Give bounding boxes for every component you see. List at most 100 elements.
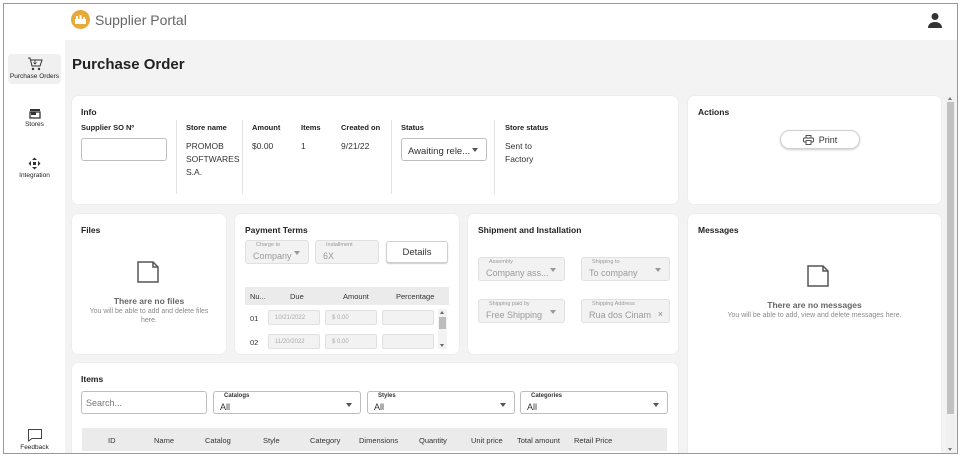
info-card: Info Supplier SO Nº Store name PROMOB SO…: [72, 96, 678, 204]
chevron-down-icon: [653, 403, 659, 407]
payment-table-scrollbar[interactable]: [438, 309, 447, 349]
scroll-down-icon: [948, 448, 952, 451]
shipping-paid-value: Free Shipping: [486, 310, 543, 320]
charge-to-label: Charge to: [256, 242, 281, 248]
charge-to-value: Company: [253, 251, 292, 261]
close-icon: ×: [657, 309, 663, 319]
file-icon: [137, 261, 159, 283]
amount-label: Amount: [252, 123, 281, 132]
divider: [494, 120, 495, 194]
app-name: Supplier Portal: [95, 12, 187, 28]
column-header: Percentage: [396, 292, 435, 301]
items-label: Items: [301, 123, 321, 132]
sidebar-item-purchase-orders[interactable]: Purchase Orders: [8, 54, 61, 84]
print-label: Print: [818, 134, 838, 145]
installment-field: Installment 6X: [315, 240, 379, 264]
shipping-address-value: Rua dos Cinamo: [589, 310, 651, 320]
supplier-so-input[interactable]: [81, 138, 167, 161]
files-title: Files: [81, 225, 101, 235]
chevron-down-icon: [655, 268, 661, 272]
logo-icon: [71, 10, 90, 29]
items-value: 1: [301, 141, 306, 151]
user-icon[interactable]: [927, 12, 943, 28]
store-icon: [28, 109, 41, 119]
catalogs-select[interactable]: Catalogs All: [213, 391, 361, 414]
scroll-thumb[interactable]: [947, 102, 954, 414]
messages-empty-sub: You will be able to add, view and delete…: [727, 312, 902, 319]
column-header: Quantity: [419, 436, 447, 445]
catalogs-value: All: [220, 402, 231, 412]
divider: [242, 120, 243, 194]
amount-value: $0.00: [252, 141, 274, 151]
column-header: Style: [263, 436, 280, 445]
status-select[interactable]: Awaiting rele...: [401, 138, 487, 161]
sidebar-item-integration[interactable]: Integration: [8, 157, 61, 179]
feedback-icon: [27, 429, 42, 442]
chevron-down-icon: [294, 251, 300, 255]
row-number: 02: [250, 338, 259, 347]
printer-icon: [802, 134, 814, 145]
table-row: 02 11/20/2022 $ 0.00: [245, 333, 449, 353]
catalogs-label: Catalogs: [224, 393, 250, 399]
integration-icon: [28, 157, 41, 170]
payment-title: Payment Terms: [245, 225, 308, 235]
page-scrollbar[interactable]: [946, 96, 955, 452]
due-date-field: 11/20/2022: [268, 334, 320, 349]
column-header: Unit price: [471, 436, 503, 445]
amount-field: $ 0.00: [325, 334, 377, 349]
store-name-value: PROMOB SOFTWARES S.A.: [186, 141, 240, 177]
styles-select[interactable]: Styles All: [367, 391, 515, 414]
shipping-paid-label: Shipping paid by: [489, 301, 530, 307]
store-name-label: Store name: [186, 123, 227, 132]
details-button[interactable]: Details: [386, 241, 448, 263]
messages-empty-title: There are no messages: [767, 300, 862, 310]
categories-value: All: [527, 402, 538, 412]
top-bar: Supplier Portal: [65, 4, 957, 40]
installment-label: Installment: [326, 242, 353, 248]
categories-label: Categories: [531, 393, 563, 399]
sidebar-item-label: Purchase Orders: [9, 73, 60, 80]
items-title-text: Items: [81, 374, 104, 384]
cart-icon: [27, 57, 43, 71]
chevron-down-icon: [550, 310, 556, 314]
assembly-select: Assembly Company ass...: [478, 257, 565, 281]
column-header: ID: [108, 436, 116, 445]
search-input[interactable]: [81, 391, 207, 414]
files-empty-sub: You will be able to add and delete files…: [89, 308, 209, 324]
shipping-address-field: Shipping Address Rua dos Cinamo ×: [581, 299, 670, 323]
file-icon: [807, 265, 829, 287]
supplier-so-label: Supplier SO Nº: [81, 123, 135, 132]
sidebar-item-stores[interactable]: Stores: [8, 108, 61, 128]
categories-select[interactable]: Categories All: [520, 391, 668, 414]
chevron-down-icon: [550, 268, 556, 272]
table-row: 01 10/21/2022 $ 0.00: [245, 309, 449, 329]
amount-field: $ 0.00: [325, 310, 377, 325]
column-header: Category: [310, 436, 341, 445]
store-status-label: Store status: [505, 123, 549, 132]
column-header: Amount: [343, 292, 369, 301]
sidebar-item-feedback[interactable]: Feedback: [8, 428, 61, 451]
shipment-title: Shipment and Installation: [478, 225, 582, 235]
print-button[interactable]: Print: [780, 130, 860, 149]
divider: [391, 120, 392, 194]
created-on-value: 9/21/22: [341, 141, 370, 151]
messages-title: Messages: [698, 225, 739, 235]
items-table-header: ID Name Catalog Style Category Dimension…: [82, 428, 667, 451]
items-title: Items: [81, 374, 103, 384]
sidebar-item-label: Feedback: [20, 444, 49, 451]
scroll-thumb[interactable]: [439, 317, 446, 329]
actions-title: Actions: [698, 107, 730, 117]
divider: [176, 120, 177, 194]
percentage-field: [382, 310, 434, 325]
percentage-field: [382, 334, 434, 349]
store-status-value: Sent to Factory: [505, 141, 534, 164]
info-title: Info: [81, 107, 97, 117]
sidebar: Purchase Orders Stores Integration Feedb…: [4, 4, 65, 453]
styles-value: All: [374, 402, 385, 412]
chevron-down-icon: [500, 403, 506, 407]
created-on-label: Created on: [341, 123, 381, 132]
scroll-down-icon: [440, 344, 444, 347]
assembly-value: Company ass...: [486, 268, 549, 278]
assembly-label: Assembly: [489, 259, 513, 265]
column-header: Due: [290, 292, 304, 301]
